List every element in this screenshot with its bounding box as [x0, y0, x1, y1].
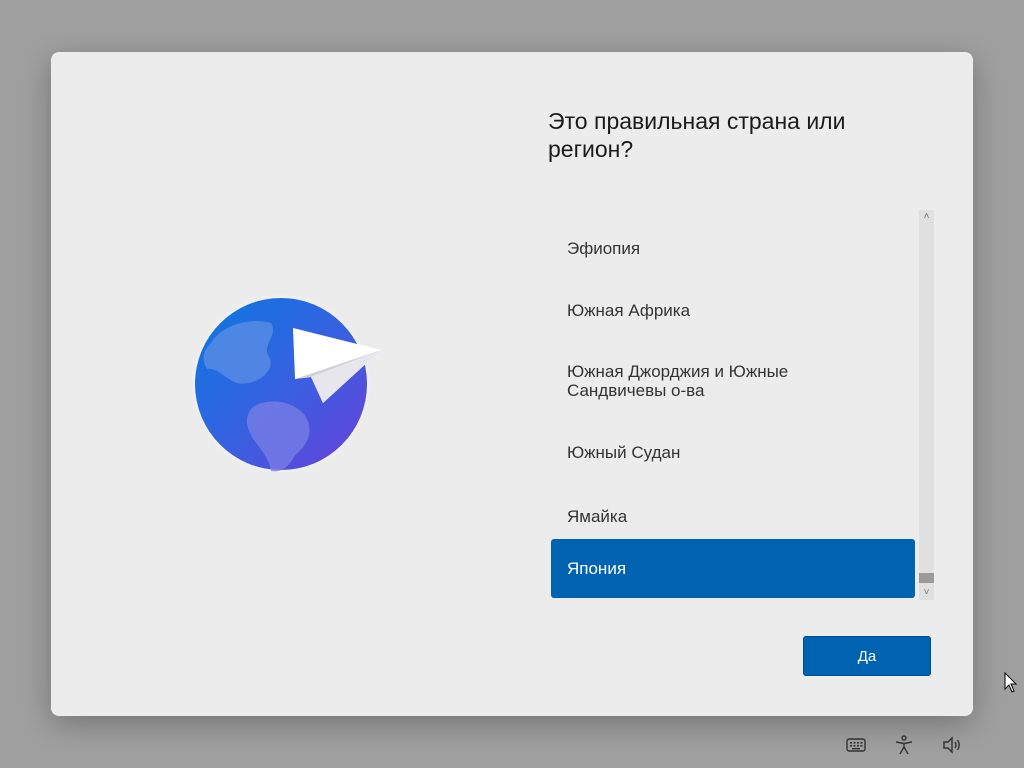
- list-scrollbar[interactable]: ˄ ˅: [919, 210, 934, 600]
- globe-paper-plane-icon: [191, 294, 381, 474]
- yes-button[interactable]: Да: [803, 636, 931, 676]
- region-label: Южная Джорджия и Южные Сандвичевы о-ва: [567, 362, 789, 400]
- oobe-dialog: Это правильная страна или регион? Эфиопи…: [51, 52, 973, 716]
- globe-illustration: [191, 294, 391, 485]
- scroll-down-icon[interactable]: ˅: [919, 586, 934, 600]
- mouse-cursor-icon: [1004, 671, 1018, 694]
- region-label: Япония: [567, 559, 627, 578]
- scroll-up-icon[interactable]: ˄: [919, 210, 934, 224]
- region-list-item[interactable]: Южная Джорджия и Южные Сандвичевы о-ва: [551, 342, 915, 420]
- region-label: Эфиопия: [567, 238, 641, 258]
- region-label: Ямайка: [567, 506, 628, 526]
- region-list-item[interactable]: Ямайка: [551, 492, 915, 540]
- region-list-item[interactable]: Южный Судан: [551, 428, 915, 476]
- scroll-thumb[interactable]: [919, 573, 934, 583]
- accessibility-icon[interactable]: [892, 733, 916, 757]
- region-label: Южная Африка: [567, 300, 691, 320]
- system-tray: [842, 733, 972, 757]
- region-list-item[interactable]: Южная Африка: [551, 286, 915, 334]
- page-title: Это правильная страна или регион?: [548, 108, 846, 162]
- region-label: Южный Судан: [567, 442, 681, 462]
- keyboard-icon[interactable]: [844, 733, 868, 757]
- region-list-item-selected[interactable]: Япония: [551, 539, 915, 598]
- volume-icon[interactable]: [940, 733, 964, 757]
- region-list-item[interactable]: Эфиопия: [551, 224, 915, 272]
- region-list[interactable]: Эфиопия Южная Африка Южная Джорджия и Юж…: [551, 210, 917, 600]
